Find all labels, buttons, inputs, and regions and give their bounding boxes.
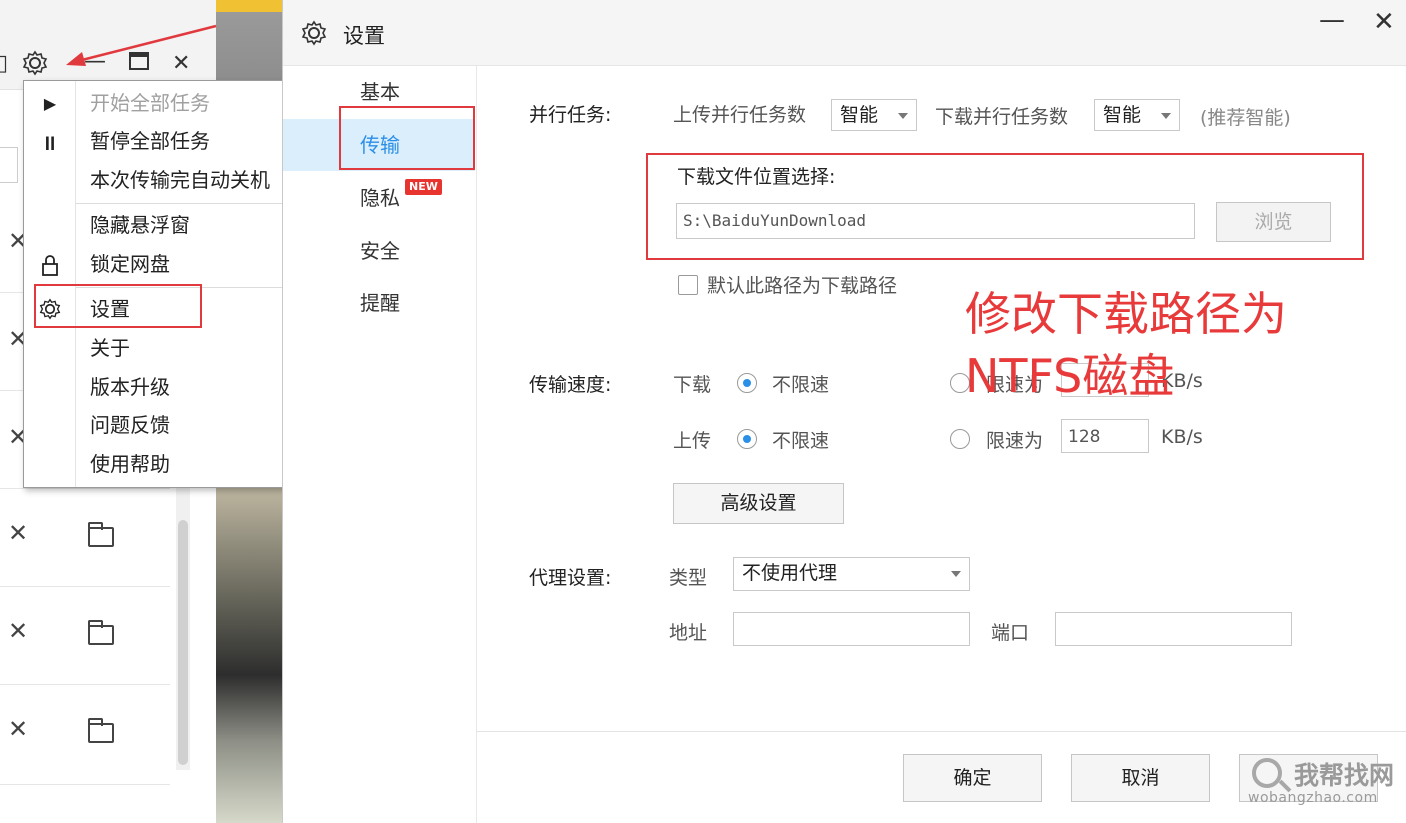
proxy-settings-label: 代理设置: [529, 567, 612, 589]
upload-speed-unit: KB/s [1161, 426, 1203, 448]
cancel-icon[interactable]: ✕ [8, 519, 28, 547]
close-icon[interactable]: ✕ [1373, 8, 1395, 36]
upload-parallel-label: 上传并行任务数 [673, 104, 807, 126]
download-parallel-label: 下载并行任务数 [935, 106, 1069, 128]
annotation-line-1: 修改下载路径为 [965, 287, 1287, 341]
menu-item-pause-all[interactable]: 暂停全部任务 [90, 127, 210, 155]
proxy-address-label: 地址 [669, 622, 708, 644]
default-path-label: 默认此路径为下载路径 [707, 275, 898, 297]
annotation-line-2: NTFS磁盘 [965, 349, 1175, 403]
folder-icon[interactable] [88, 718, 114, 743]
nav-item-reminder[interactable]: 提醒 [283, 277, 475, 329]
proxy-type-value: 不使用代理 [742, 562, 838, 584]
watermark: 我帮找网 wobangzhao.com [1248, 756, 1398, 812]
nav-item-security[interactable]: 安全 [283, 225, 475, 277]
cancel-icon[interactable]: ✕ [8, 715, 28, 743]
chevron-down-icon [1161, 113, 1171, 119]
download-speed-label: 下载 [673, 374, 712, 396]
search-input-stub[interactable] [0, 147, 18, 183]
lock-icon [38, 253, 62, 277]
upload-unlimited-label: 不限速 [772, 430, 830, 452]
cancel-icon[interactable]: ✕ [8, 617, 28, 645]
dialog-title-bar: 设置 — ✕ [283, 0, 1406, 66]
upload-parallel-value: 智能 [840, 104, 879, 126]
menu-item-start-all[interactable]: 开始全部任务 [90, 89, 210, 117]
proxy-port-input[interactable] [1055, 612, 1292, 646]
proxy-port-label: 端口 [991, 622, 1030, 644]
parallel-tasks-label: 并行任务: [529, 104, 612, 126]
highlight-box-transfer [339, 106, 475, 170]
menu-item-auto-shutdown[interactable]: 本次传输完自动关机 [90, 166, 270, 194]
background-photo-top [216, 0, 282, 12]
magnifier-icon [1252, 758, 1282, 788]
advanced-settings-button[interactable]: 高级设置 [673, 483, 844, 524]
download-unlimited-radio[interactable] [737, 373, 757, 393]
settings-dialog: 设置 — ✕ 基本 传输 隐私 NEW 安全 提醒 并行任务: 上传并行任务数 … [282, 0, 1406, 823]
highlight-box-download-location [646, 153, 1364, 260]
menu-item-lock[interactable]: 锁定网盘 [90, 250, 170, 278]
annotation-arrow [66, 24, 217, 66]
folder-icon[interactable] [88, 620, 114, 645]
menu-item-help[interactable]: 使用帮助 [90, 450, 170, 478]
menu-item-feedback[interactable]: 问题反馈 [90, 411, 170, 439]
parallel-hint: (推荐智能) [1200, 107, 1291, 129]
highlight-box-settings [34, 284, 202, 328]
folder-icon[interactable] [88, 522, 114, 547]
chevron-down-icon [951, 571, 961, 577]
new-badge: NEW [405, 179, 442, 195]
partial-icon: ▯ [0, 51, 9, 76]
upload-speed-label: 上传 [673, 430, 712, 452]
proxy-type-label: 类型 [669, 567, 708, 589]
dialog-title: 设置 [343, 24, 385, 48]
gear-icon[interactable] [22, 50, 48, 84]
upload-limit-radio[interactable] [950, 429, 970, 449]
proxy-type-select[interactable]: 不使用代理 [733, 557, 970, 591]
download-parallel-value: 智能 [1103, 104, 1142, 126]
download-unlimited-label: 不限速 [772, 374, 830, 396]
pause-icon: ǀǀ [44, 135, 56, 151]
list-item[interactable]: ✕ [0, 685, 170, 785]
annotation-text: 修改下载路径为 NTFS磁盘 [965, 283, 1365, 407]
proxy-address-input[interactable] [733, 612, 970, 646]
chevron-down-icon [898, 113, 908, 119]
menu-item-about[interactable]: 关于 [90, 334, 130, 362]
menu-item-hide-float[interactable]: 隐藏悬浮窗 [90, 211, 190, 239]
watermark-url: wobangzhao.com [1248, 790, 1378, 806]
list-item[interactable]: ✕ [0, 587, 170, 685]
scrollbar-thumb[interactable] [178, 520, 188, 765]
transfer-speed-label: 传输速度: [529, 374, 612, 396]
menu-item-upgrade[interactable]: 版本升级 [90, 373, 170, 401]
upload-unlimited-radio[interactable] [737, 429, 757, 449]
menu-divider [76, 203, 316, 204]
footer-divider [477, 731, 1406, 732]
gear-icon [301, 20, 327, 50]
default-path-checkbox[interactable] [678, 275, 698, 295]
cancel-button[interactable]: 取消 [1071, 754, 1210, 802]
play-icon: ▶ [43, 93, 57, 113]
download-parallel-select[interactable]: 智能 [1094, 99, 1180, 131]
upload-parallel-select[interactable]: 智能 [831, 99, 917, 131]
minimize-icon[interactable]: — [1319, 6, 1345, 34]
upload-limit-input[interactable]: 128 [1061, 419, 1149, 453]
upload-limit-label: 限速为 [986, 430, 1044, 452]
nav-item-privacy[interactable]: 隐私 [283, 172, 475, 224]
list-item[interactable]: ✕ [0, 489, 170, 587]
ok-button[interactable]: 确定 [903, 754, 1042, 802]
settings-nav: 基本 传输 隐私 NEW 安全 提醒 [283, 66, 477, 823]
watermark-text: 我帮找网 [1294, 761, 1395, 790]
